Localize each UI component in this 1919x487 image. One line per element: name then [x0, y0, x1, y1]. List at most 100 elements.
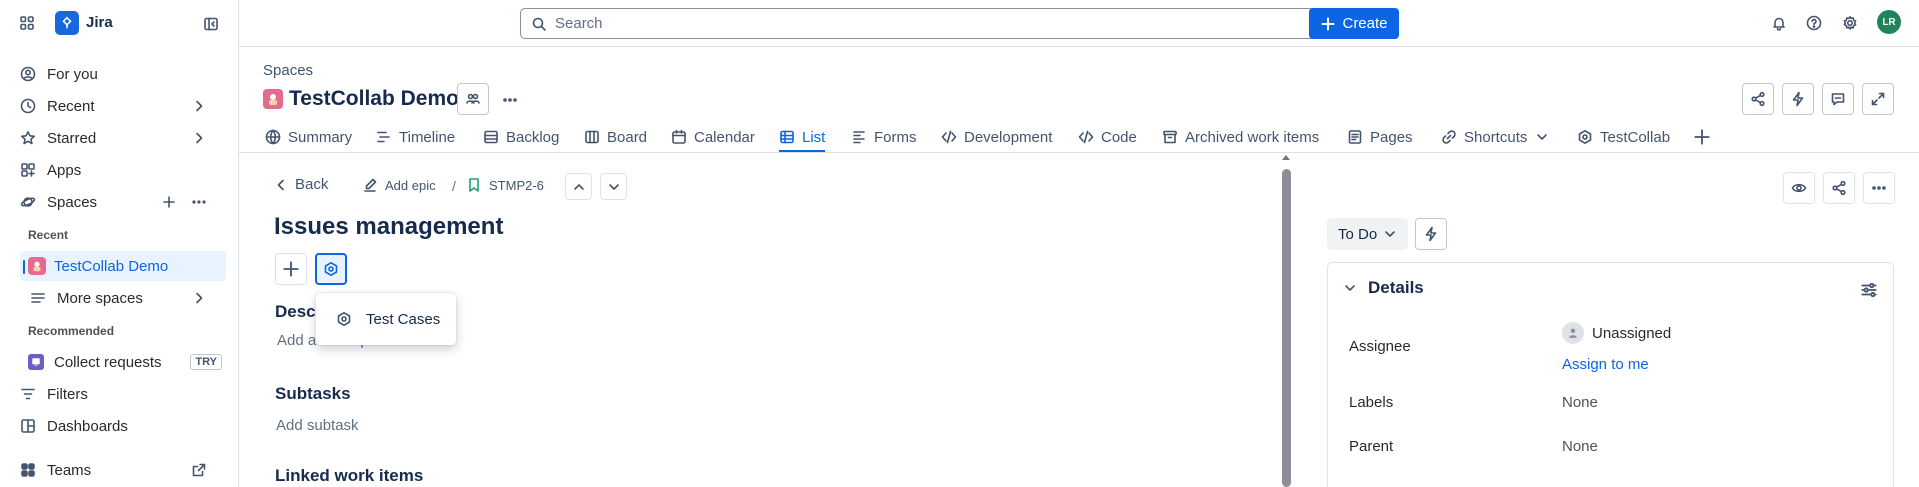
sidebar-item-testcollab-demo[interactable]: TestCollab Demo — [20, 251, 226, 281]
chevron-down-icon — [1342, 280, 1358, 296]
tab-forms[interactable]: Forms — [851, 122, 917, 152]
tab-list[interactable]: List — [779, 122, 826, 152]
breadcrumb[interactable]: Spaces — [263, 62, 313, 79]
tab-backlog[interactable]: Backlog — [483, 122, 559, 152]
sidebar-item-filters[interactable]: Filters — [10, 379, 226, 409]
tab-development[interactable]: Development — [941, 122, 1052, 152]
sidebar-item-apps[interactable]: Apps — [10, 155, 226, 185]
tab-calendar[interactable]: Calendar — [671, 122, 755, 152]
backlog-icon — [483, 129, 499, 145]
external-link-icon[interactable] — [189, 462, 209, 478]
settings-icon[interactable] — [1840, 13, 1860, 33]
help-icon[interactable] — [1804, 13, 1824, 33]
share-button[interactable] — [1742, 83, 1774, 115]
sidebar-item-more-spaces[interactable]: More spaces — [20, 283, 226, 313]
tab-pages[interactable]: Pages — [1347, 122, 1413, 152]
filter-icon — [18, 386, 38, 402]
chevron-right-icon[interactable] — [189, 130, 209, 146]
clock-icon — [18, 98, 38, 114]
tab-label: TestCollab — [1600, 128, 1671, 146]
parent-value[interactable]: None — [1562, 438, 1598, 455]
tab-label: Board — [607, 128, 648, 146]
app-name[interactable]: Jira — [86, 14, 113, 31]
tab-summary[interactable]: Summary — [265, 122, 352, 152]
tab-shortcuts[interactable]: Shortcuts — [1441, 122, 1550, 152]
more-icon[interactable] — [189, 194, 209, 210]
collapse-sidebar-icon[interactable] — [201, 14, 221, 34]
sidebar-item-dashboards[interactable]: Dashboards — [10, 411, 226, 441]
sidebar-item-collect-requests[interactable]: Collect requests TRY — [20, 347, 226, 377]
teams-icon — [18, 462, 38, 478]
team-button[interactable] — [457, 83, 489, 115]
back-label: Back — [295, 176, 329, 193]
automation-button[interactable] — [1782, 83, 1814, 115]
more-actions-icon[interactable] — [500, 90, 520, 110]
watch-button[interactable] — [1783, 172, 1815, 204]
tab-timeline[interactable]: Timeline — [376, 122, 455, 152]
tab-code[interactable]: Code — [1078, 122, 1137, 152]
tab-archived-work-items[interactable]: Archived work items — [1162, 122, 1319, 152]
sidebar-item-starred[interactable]: Starred — [10, 123, 226, 153]
chevron-left-icon — [273, 177, 289, 193]
spaces-icon — [18, 194, 38, 210]
add-space-icon[interactable] — [159, 194, 179, 210]
chevron-right-icon[interactable] — [189, 98, 209, 114]
chevron-down-icon — [1534, 129, 1550, 145]
back-button[interactable]: Back — [273, 176, 328, 193]
issue-title[interactable]: Issues management — [274, 213, 503, 241]
plus-icon — [1320, 16, 1336, 32]
chevron-right-icon[interactable] — [189, 290, 209, 306]
sidebar-item-spaces[interactable]: Spaces — [10, 187, 226, 217]
app-switcher-icon[interactable] — [18, 14, 36, 32]
testcollab-app-button[interactable] — [315, 253, 347, 285]
test-cases-menu-item[interactable]: Test Cases — [316, 293, 456, 345]
issue-automation-button[interactable] — [1415, 218, 1447, 250]
search-input[interactable]: Search — [520, 8, 1339, 39]
page-title: TestCollab Demo — [289, 87, 459, 110]
chevron-down-icon — [1382, 226, 1398, 242]
jira-logo[interactable] — [55, 11, 79, 35]
tab-board[interactable]: Board — [584, 122, 647, 152]
notifications-icon[interactable] — [1769, 13, 1789, 33]
details-header[interactable]: Details — [1342, 278, 1424, 298]
status-dropdown[interactable]: To Do — [1327, 218, 1408, 250]
add-epic-button[interactable]: Add epic — [362, 177, 436, 193]
chevron-down-icon — [606, 179, 622, 195]
globe-icon — [265, 129, 281, 145]
avatar[interactable]: LR — [1877, 10, 1901, 34]
next-issue-button[interactable] — [600, 173, 627, 200]
create-button[interactable]: Create — [1309, 8, 1399, 39]
scrollbar-thumb[interactable] — [1282, 169, 1291, 487]
labels-value[interactable]: None — [1562, 394, 1598, 411]
assign-to-me-link[interactable]: Assign to me — [1562, 356, 1649, 373]
create-label: Create — [1342, 15, 1388, 32]
sidebar-item-teams[interactable]: Teams — [10, 455, 226, 485]
labels-label: Labels — [1349, 394, 1394, 411]
sidebar-item-label: Filters — [47, 385, 88, 403]
scroll-up-arrow[interactable] — [1282, 155, 1290, 160]
tab-label: Pages — [1370, 128, 1413, 146]
sidebar-item-label: Collect requests — [54, 353, 162, 371]
share-issue-button[interactable] — [1823, 172, 1855, 204]
eye-icon — [1791, 180, 1807, 196]
development-icon — [941, 129, 957, 145]
previous-issue-button[interactable] — [565, 173, 592, 200]
tab-label: Code — [1101, 128, 1137, 146]
issue-key-link[interactable]: STMP2-6 — [466, 177, 544, 193]
add-tab-icon[interactable] — [1692, 127, 1712, 147]
sidebar-item-for-you[interactable]: For you — [10, 59, 226, 89]
list-icon — [28, 290, 48, 306]
issue-more-button[interactable] — [1863, 172, 1895, 204]
add-button[interactable] — [275, 253, 307, 285]
add-subtask-link[interactable]: Add subtask — [276, 417, 359, 434]
configure-fields-icon[interactable] — [1859, 280, 1879, 300]
sidebar-item-recent[interactable]: Recent — [10, 91, 226, 121]
apps-icon — [18, 162, 38, 178]
tab-testcollab[interactable]: TestCollab — [1577, 122, 1670, 152]
assignee-field[interactable]: Unassigned — [1562, 322, 1671, 344]
feedback-button[interactable] — [1822, 83, 1854, 115]
link-icon — [1441, 129, 1457, 145]
breadcrumb-separator: / — [452, 178, 456, 194]
tab-label: List — [802, 128, 826, 146]
fullscreen-button[interactable] — [1862, 83, 1894, 115]
